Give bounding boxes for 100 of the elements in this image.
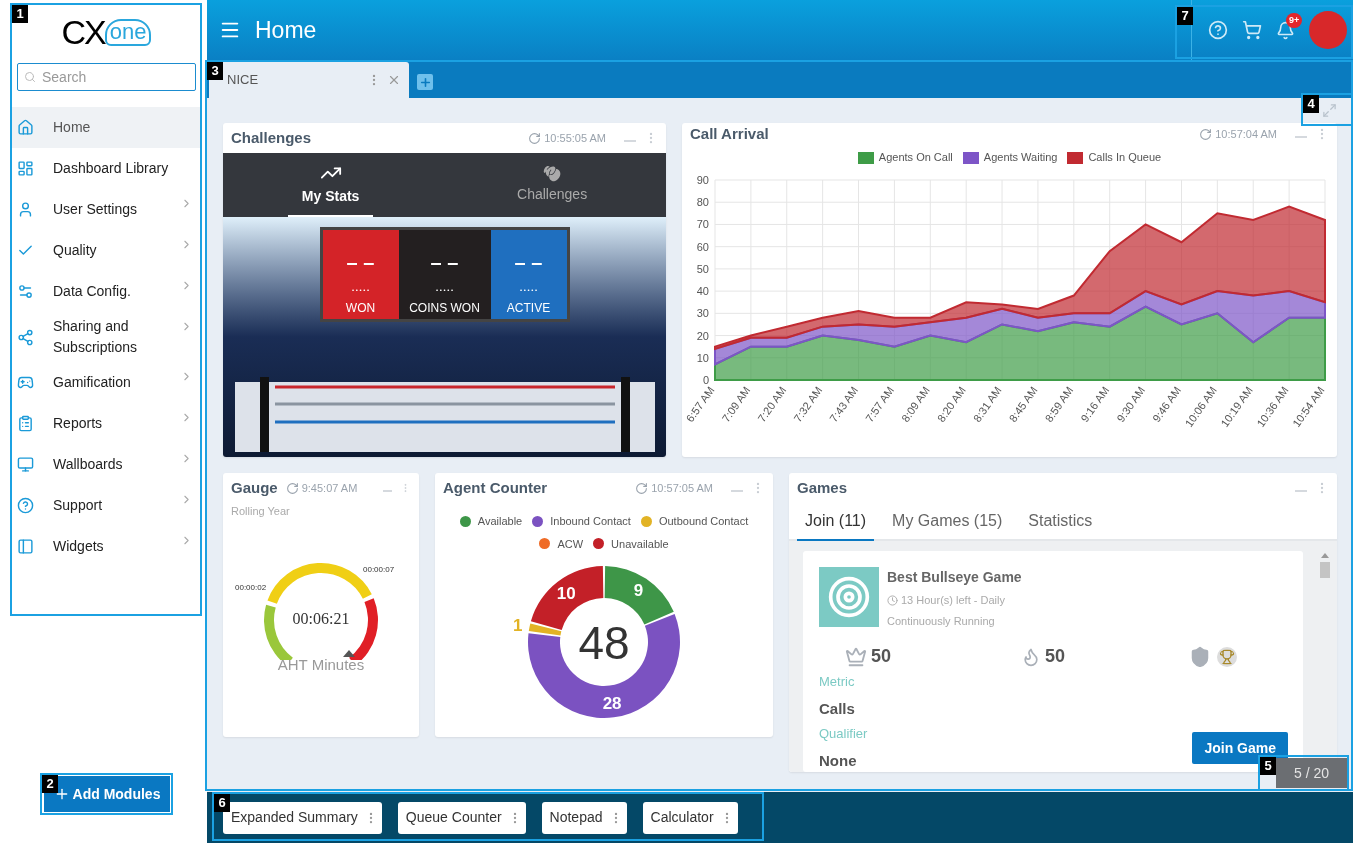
flame-icon bbox=[1021, 646, 1041, 667]
score-value: – – bbox=[346, 252, 375, 272]
trophy-icon bbox=[1217, 646, 1237, 667]
close-icon[interactable] bbox=[387, 73, 401, 87]
nav-icon bbox=[17, 415, 34, 432]
widget-title: Gauge bbox=[231, 477, 278, 498]
legend-label: Available bbox=[477, 514, 523, 529]
nav-icon bbox=[17, 201, 34, 218]
games-tab[interactable]: Statistics bbox=[1020, 503, 1101, 541]
sidebar-item[interactable]: Quality bbox=[12, 230, 201, 271]
sidebar-item[interactable]: Wallboards bbox=[12, 444, 201, 485]
module-chip[interactable]: Queue Counter bbox=[397, 801, 526, 834]
qualifier-value: None bbox=[819, 750, 858, 771]
avatar[interactable] bbox=[1309, 11, 1347, 49]
score-label: WON bbox=[345, 300, 376, 317]
search-field[interactable]: Search bbox=[17, 63, 196, 91]
callout-number: 1 bbox=[12, 5, 28, 23]
legend-label: Agents On Call bbox=[878, 150, 953, 166]
slice-value: 10 bbox=[556, 583, 576, 603]
slice-value: 28 bbox=[602, 694, 622, 714]
refresh-time: 9:45:07 AM bbox=[301, 480, 358, 496]
legend-label: ACW bbox=[557, 536, 584, 552]
y-tick-label: 30 bbox=[696, 306, 709, 319]
help-icon[interactable] bbox=[1208, 20, 1228, 40]
legend-label: Inbound Contact bbox=[550, 514, 631, 529]
sidebar-item[interactable]: User Settings bbox=[12, 189, 201, 230]
game-name: Best Bullseye Game bbox=[887, 568, 1022, 587]
expand-icon[interactable] bbox=[1322, 103, 1337, 118]
sidebar-item[interactable]: Sharing and Subscriptions bbox=[12, 312, 201, 362]
y-tick-label: 90 bbox=[696, 173, 709, 186]
clock-icon bbox=[887, 594, 898, 606]
legend-label: Unavailable bbox=[611, 536, 669, 552]
score-label: ACTIVE bbox=[506, 300, 551, 317]
score-value: – – bbox=[514, 252, 543, 272]
module-chip[interactable]: Calculator bbox=[642, 801, 738, 834]
y-tick-label: 40 bbox=[696, 284, 709, 297]
crown-icon bbox=[845, 645, 867, 668]
slice-value: 9 bbox=[633, 581, 644, 601]
callout-number: 3 bbox=[207, 62, 223, 80]
callout-number: 7 bbox=[1177, 7, 1193, 25]
callout-number: 2 bbox=[42, 775, 58, 793]
sidebar-item[interactable]: Gamification bbox=[12, 362, 201, 403]
challenge-tab[interactable]: Challenges bbox=[503, 153, 602, 217]
score-value: – – bbox=[430, 252, 459, 272]
module-chip[interactable]: Notepad bbox=[541, 801, 627, 834]
callout-number: 4 bbox=[1303, 95, 1319, 113]
gauge-caption: AHT Minutes bbox=[276, 654, 366, 675]
widget-title: Agent Counter bbox=[443, 477, 548, 498]
refresh-icon[interactable] bbox=[528, 131, 542, 145]
nav-icon bbox=[17, 374, 34, 391]
legend-label: Calls In Queue bbox=[1088, 150, 1162, 166]
nav-icon bbox=[17, 538, 34, 555]
score-label: COINS WON bbox=[409, 300, 480, 317]
refresh-time: 10:55:05 AM bbox=[544, 130, 606, 146]
widget-title: Call Arrival bbox=[690, 124, 769, 144]
callout-number: 5 bbox=[1260, 757, 1276, 775]
y-tick-label: 20 bbox=[696, 329, 709, 342]
sidebar-item[interactable]: Reports bbox=[12, 403, 201, 444]
sidebar-item[interactable]: Home bbox=[12, 107, 201, 148]
callout-number: 6 bbox=[214, 794, 230, 812]
qualifier-label: Qualifier bbox=[819, 725, 868, 743]
crown-points: 50 bbox=[871, 645, 893, 668]
sidebar-item[interactable]: Data Config. bbox=[12, 271, 201, 312]
gauge-max-label: 00:00:07 bbox=[363, 563, 395, 576]
gauge-min-label: 00:00:02 bbox=[235, 581, 267, 594]
y-tick-label: 50 bbox=[696, 262, 709, 275]
legend-label: Outbound Contact bbox=[658, 514, 749, 529]
games-tab[interactable]: My Games (15) bbox=[884, 503, 1011, 541]
time-left: 13 Hour(s) left - Daily bbox=[901, 593, 1005, 608]
nav-icon bbox=[17, 497, 34, 514]
add-tab-icon[interactable] bbox=[417, 74, 433, 90]
refresh-icon[interactable] bbox=[635, 481, 649, 495]
game-status: Continuously Running bbox=[887, 613, 996, 629]
sidebar-item[interactable]: Dashboard Library bbox=[12, 148, 201, 189]
shield-icon bbox=[1189, 645, 1211, 668]
gauge-subtitle: Rolling Year bbox=[230, 504, 291, 519]
refresh-time: 10:57:05 AM bbox=[651, 480, 713, 496]
gauge-value: 00:06:21 bbox=[291, 608, 351, 629]
page-counter: 5 / 20 bbox=[1276, 758, 1347, 788]
sidebar-item[interactable]: Support bbox=[12, 485, 201, 526]
refresh-icon[interactable] bbox=[1199, 127, 1213, 141]
widget-title: Challenges bbox=[231, 127, 312, 148]
page-title: Home bbox=[255, 15, 317, 45]
sidebar-item[interactable]: Widgets bbox=[12, 526, 201, 567]
agent-total: 48 bbox=[578, 617, 630, 669]
y-tick-label: 80 bbox=[696, 195, 709, 208]
refresh-time: 10:57:04 AM bbox=[1215, 127, 1277, 142]
y-tick-label: 10 bbox=[696, 351, 709, 364]
refresh-icon[interactable] bbox=[285, 481, 299, 495]
nav-icon bbox=[17, 456, 34, 473]
legend-label: Agents Waiting bbox=[983, 150, 1058, 166]
metric-value: Calls bbox=[819, 698, 856, 719]
y-tick-label: 60 bbox=[696, 240, 709, 253]
glove-icon bbox=[543, 163, 562, 182]
search-icon bbox=[24, 71, 36, 83]
nav-icon bbox=[17, 119, 34, 136]
flame-points: 50 bbox=[1045, 645, 1067, 668]
notification-badge: 9+ bbox=[1286, 12, 1303, 28]
y-tick-label: 70 bbox=[696, 217, 709, 230]
cart-icon[interactable] bbox=[1242, 20, 1262, 40]
